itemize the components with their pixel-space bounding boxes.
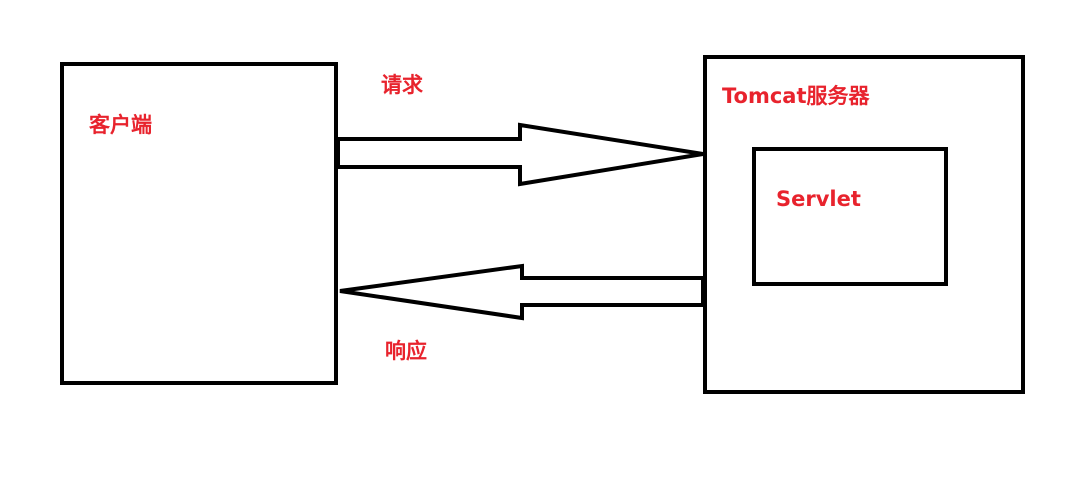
tomcat-server-label: Tomcat服务器	[722, 84, 870, 108]
request-label: 请求	[381, 73, 423, 97]
arrows-layer	[336, 122, 705, 321]
request-arrow	[336, 122, 704, 187]
servlet-label: Servlet	[776, 187, 861, 211]
client-label: 客户端	[89, 113, 152, 137]
response-label: 响应	[385, 339, 427, 363]
response-arrow	[339, 263, 705, 321]
